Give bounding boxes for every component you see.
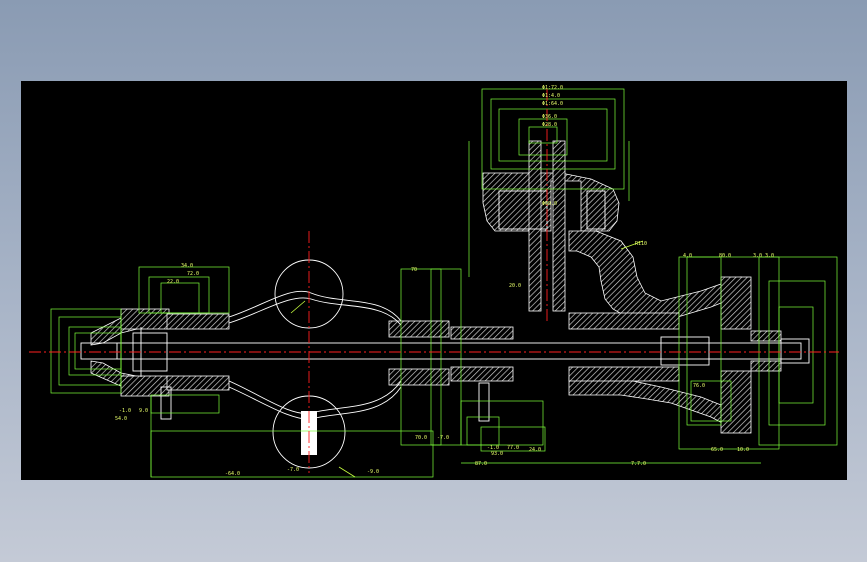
dim-bot-k: 24.0 <box>529 447 541 453</box>
dimension-texts: Φ1:72.0 Φ1:4.0 Φ1:64.0 Φ36.0 Φ28.0 Φ60.0… <box>115 85 774 477</box>
dim-bot-l: 93.0 <box>491 451 503 457</box>
dim-right-f: 10.0 <box>737 447 749 453</box>
dim-top-d3: Φ1:64.0 <box>542 101 563 107</box>
dim-elbow-r: R110 <box>635 241 647 247</box>
dim-bot-e: -7.0 <box>287 467 299 473</box>
dim-left-w2: 72.0 <box>187 271 199 277</box>
right-cap-upper <box>750 330 782 342</box>
dim-mid-b: 20.0 <box>509 283 521 289</box>
dim-top-d4: Φ36.0 <box>542 114 557 120</box>
dim-top-d1: Φ1:72.0 <box>542 85 563 91</box>
cad-drawing-svg: Φ1:72.0 Φ1:4.0 Φ1:64.0 Φ36.0 Φ28.0 Φ60.0… <box>29 85 839 478</box>
dim-right-a: 80.0 <box>719 253 731 259</box>
dim-bot-a: -1.0 <box>119 408 131 414</box>
dim-left-w1: 34.0 <box>181 263 193 269</box>
vertical-shaft-right <box>552 140 566 312</box>
right-fitting-upper <box>720 276 752 330</box>
right-cap-lower <box>750 360 782 372</box>
mid-collar2-lower <box>450 366 514 382</box>
upper-hose-inner <box>228 297 402 326</box>
left-flange-upper <box>166 313 230 330</box>
dim-right-e: 65.0 <box>711 447 723 453</box>
dim-bot-b: 9.0 <box>139 408 148 414</box>
elbow-lower <box>568 376 742 434</box>
left-hub-lower <box>120 375 170 397</box>
dim-mid-a: 70 <box>411 267 417 273</box>
left-hub-upper <box>120 308 170 330</box>
bolt <box>478 382 490 422</box>
right-body-upper <box>568 312 680 330</box>
dim-bot-m: 87.0 <box>475 461 487 467</box>
dim-left-w3: 22.0 <box>167 279 179 285</box>
dim-bot-h: -7.0 <box>437 435 449 441</box>
cad-drawing-viewport[interactable]: Φ1:72.0 Φ1:4.0 Φ1:64.0 Φ36.0 Φ28.0 Φ60.0… <box>21 81 847 480</box>
mid-collar-lower <box>388 368 450 386</box>
dim-bot-j: 77.0 <box>507 445 519 451</box>
dim-top-d5: Φ28.0 <box>542 122 557 128</box>
dim-bot-d: -64.0 <box>225 471 240 477</box>
dim-top-d6: Φ60.0 <box>542 201 557 207</box>
dim-right-c: 4.0 <box>683 253 692 259</box>
mid-collar2-upper <box>450 326 514 340</box>
section-hatching <box>90 140 782 434</box>
mid-collar-upper <box>388 320 450 338</box>
dim-bot-n: 7.7.0 <box>631 461 646 467</box>
dim-bot-f: -9.0 <box>367 469 379 475</box>
vertical-shaft-left <box>528 140 542 312</box>
dim-top-d2: Φ1:4.0 <box>542 93 560 99</box>
dim-bot-c: 54.0 <box>115 416 127 422</box>
dim-right-b: 3.0 3.0 <box>753 253 774 259</box>
dim-right-d: 76.0 <box>693 383 705 389</box>
left-flange-lower <box>166 375 230 391</box>
lower-hose <box>228 380 402 414</box>
elbow-upper <box>568 230 742 322</box>
dim-bot-g: 70.0 <box>415 435 427 441</box>
right-body-lower <box>568 366 680 382</box>
upper-hose <box>228 291 402 322</box>
right-fitting-lower <box>720 370 752 434</box>
